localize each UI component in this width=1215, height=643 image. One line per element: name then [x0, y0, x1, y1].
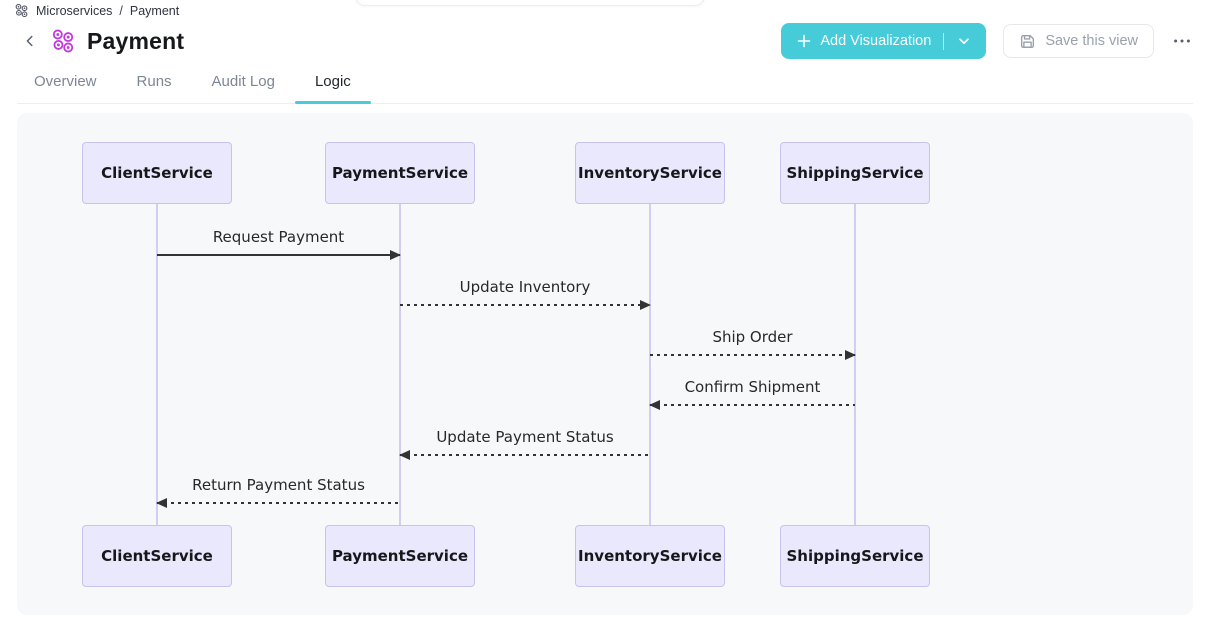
back-button[interactable]: [20, 31, 40, 51]
message-arrow: [157, 254, 400, 256]
participant-box-top: PaymentService: [325, 142, 475, 204]
message-arrow: [400, 454, 650, 456]
message-arrow: [650, 354, 855, 356]
message-label: Ship Order: [650, 328, 855, 348]
participant-box-top: ShippingService: [780, 142, 930, 204]
save-view-button[interactable]: Save this view: [1003, 24, 1154, 58]
sequence-diagram-canvas[interactable]: ClientService ClientService PaymentService…: [17, 113, 1193, 615]
add-visualization-dropdown[interactable]: [955, 32, 973, 50]
participant-box-top: ClientService: [82, 142, 232, 204]
breadcrumb-item-microservices[interactable]: Microservices: [36, 4, 112, 18]
message-label: Update Inventory: [400, 278, 650, 298]
tab-logic[interactable]: Logic: [315, 64, 351, 103]
ellipsis-icon: [1173, 38, 1191, 44]
breadcrumb-item-payment[interactable]: Payment: [130, 4, 179, 18]
floating-toolbar-partial: [355, 0, 705, 6]
participant-box-bottom: PaymentService: [325, 525, 475, 587]
message-arrow: [157, 502, 400, 504]
services-cluster-icon: [50, 28, 76, 54]
page-header: Payment Add Visualization Save this: [0, 18, 1215, 60]
message-arrow: [650, 404, 855, 406]
participant-box-top: InventoryService: [575, 142, 725, 204]
plus-icon: [796, 33, 812, 49]
add-visualization-label: Add Visualization: [820, 33, 931, 49]
floppy-disk-icon: [1019, 33, 1036, 50]
participant-box-bottom: InventoryService: [575, 525, 725, 587]
participant-box-bottom: ClientService: [82, 525, 232, 587]
chevron-down-icon: [957, 34, 971, 48]
more-options-button[interactable]: [1169, 28, 1195, 54]
message-arrow: [400, 304, 650, 306]
button-divider: [943, 33, 944, 50]
lifeline: [854, 204, 856, 525]
tab-audit-log[interactable]: Audit Log: [212, 64, 275, 103]
message-label: Request Payment: [157, 228, 400, 248]
services-cluster-icon: [14, 3, 29, 18]
save-view-label: Save this view: [1045, 33, 1138, 49]
message-label: Return Payment Status: [157, 476, 400, 496]
tab-bar: Overview Runs Audit Log Logic: [17, 64, 1193, 104]
tab-runs[interactable]: Runs: [137, 64, 172, 103]
breadcrumb-separator: /: [119, 4, 122, 18]
message-label: Update Payment Status: [400, 428, 650, 448]
tab-overview[interactable]: Overview: [34, 64, 97, 103]
page-title: Payment: [87, 28, 184, 55]
participant-box-bottom: ShippingService: [780, 525, 930, 587]
add-visualization-button[interactable]: Add Visualization: [781, 23, 986, 59]
message-label: Confirm Shipment: [650, 378, 855, 398]
lifeline: [649, 204, 651, 525]
